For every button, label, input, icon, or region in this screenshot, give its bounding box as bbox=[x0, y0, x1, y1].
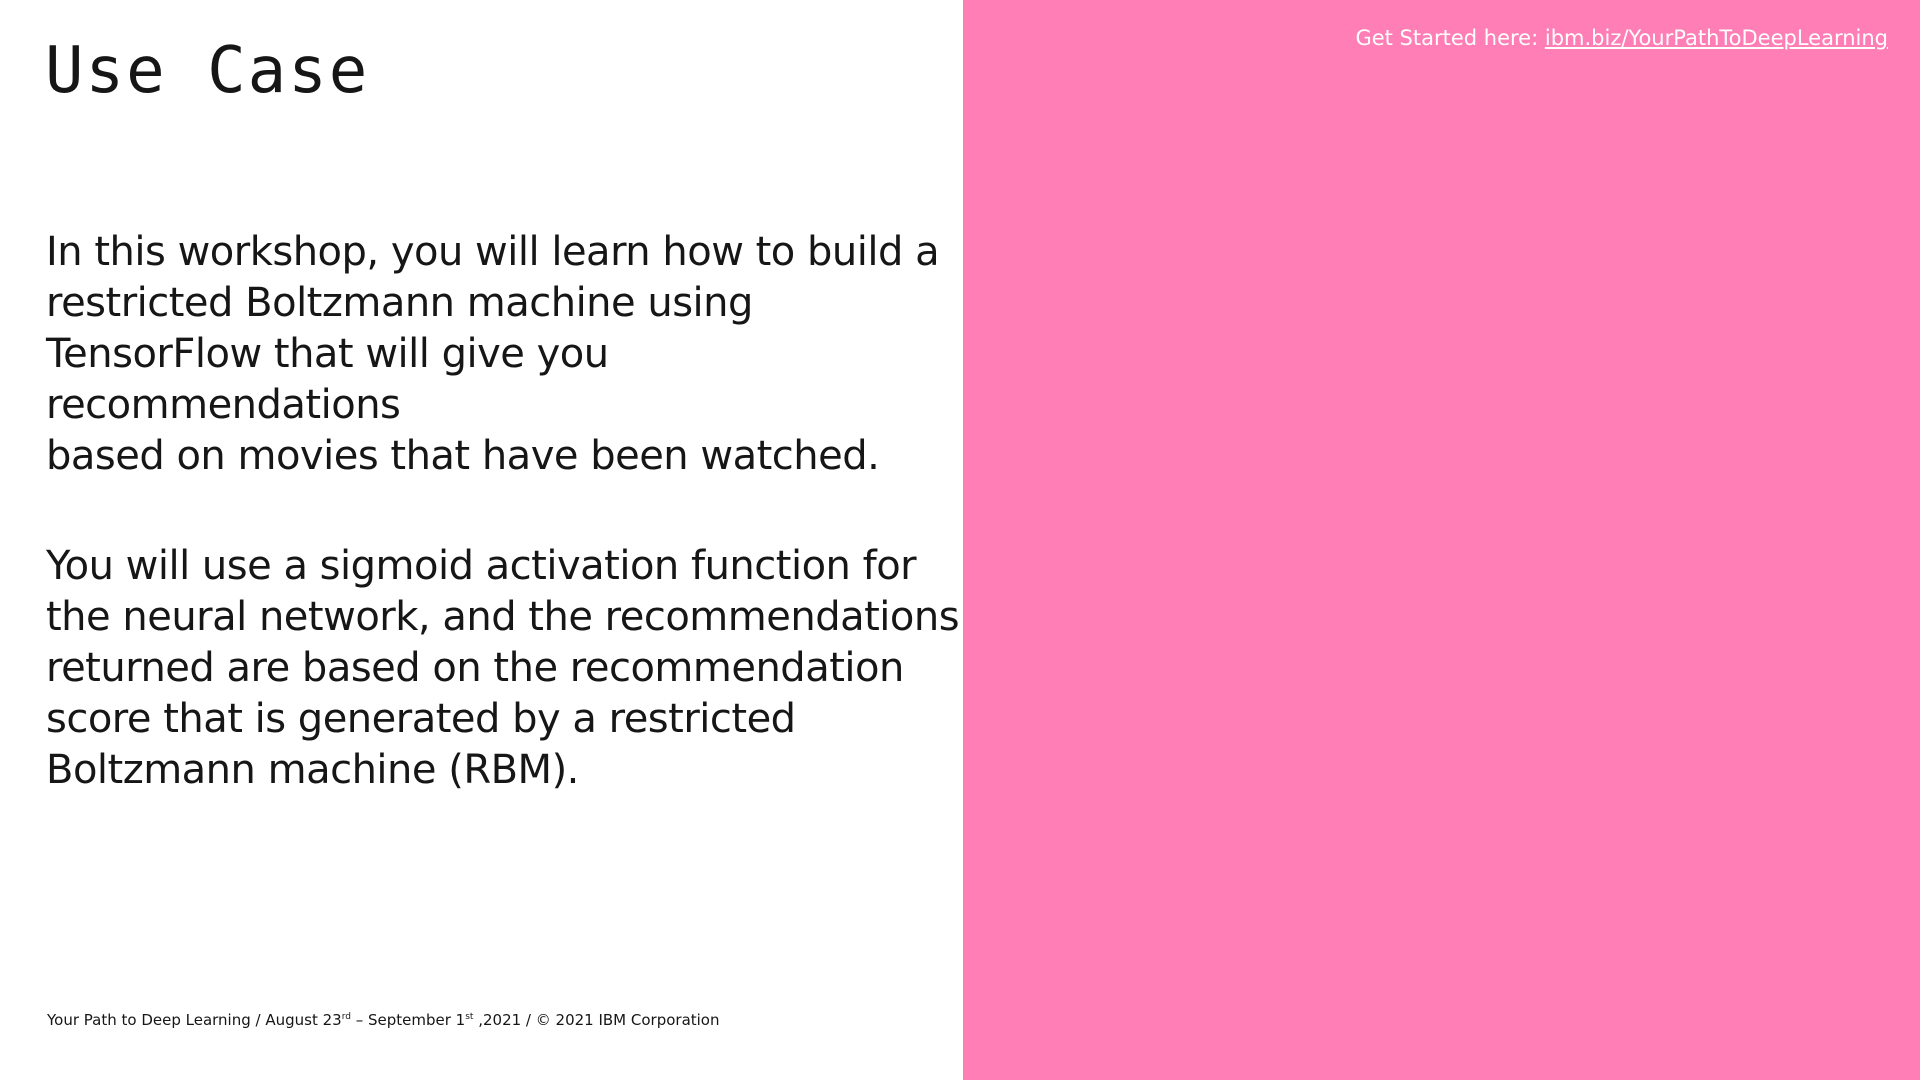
slide: Use Case In this workshop, you will lear… bbox=[0, 0, 1920, 1080]
get-started-note: Get Started here: ibm.biz/YourPathToDeep… bbox=[1355, 26, 1888, 50]
pink-side-panel: Get Started here: ibm.biz/YourPathToDeep… bbox=[963, 0, 1920, 1080]
footer-text-2: – September 1 bbox=[350, 1011, 466, 1029]
get-started-label: Get Started here: bbox=[1355, 26, 1545, 50]
footer-text-1: Your Path to Deep Learning / August 23 bbox=[47, 1011, 342, 1029]
body-paragraph-2: You will use a sigmoid activation functi… bbox=[46, 543, 960, 793]
slide-title: Use Case bbox=[45, 34, 370, 108]
footer-superscript-1: rd bbox=[341, 1012, 351, 1022]
body-paragraph-1: In this workshop, you will learn how to … bbox=[46, 229, 940, 479]
footer-text-3: ,2021 / © 2021 IBM Corporation bbox=[473, 1011, 720, 1029]
get-started-link[interactable]: ibm.biz/YourPathToDeepLearning bbox=[1545, 26, 1888, 50]
slide-footer: Your Path to Deep Learning / August 23rd… bbox=[47, 1011, 720, 1029]
